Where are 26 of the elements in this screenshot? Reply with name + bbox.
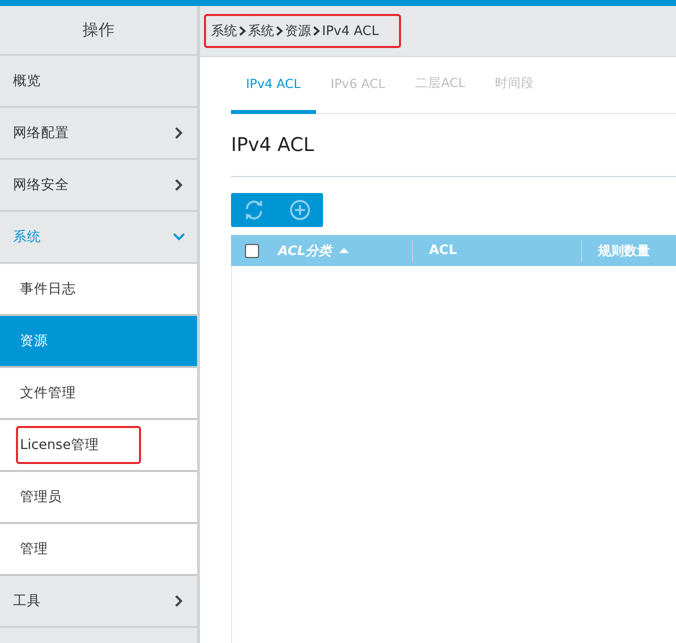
breadcrumb-item[interactable]: 系统 (248, 22, 274, 40)
add-icon (289, 199, 311, 221)
submenu-item[interactable]: 管理员 (0, 472, 197, 524)
chevron-right-icon (173, 127, 185, 139)
breadcrumb-item[interactable]: 资源 (285, 22, 311, 40)
menu-item[interactable]: 网络安全 (0, 160, 197, 212)
sidebar-title: 操作 (0, 6, 197, 56)
chevron-right-icon (276, 26, 283, 36)
chevron-right-icon (313, 26, 320, 36)
breadcrumb-item[interactable]: 系统 (211, 22, 237, 40)
chevron-down-icon (173, 231, 185, 243)
checkbox[interactable] (245, 244, 259, 258)
refresh-icon (243, 199, 265, 221)
chevron-right-icon (173, 179, 185, 191)
menu-item[interactable]: 概览 (0, 56, 197, 108)
chevron-right-icon (239, 26, 246, 36)
menu-item[interactable]: 工具 (0, 576, 197, 628)
submenu-item[interactable]: 管理 (0, 524, 197, 576)
submenu-item[interactable]: 文件管理 (0, 368, 197, 420)
submenu-item[interactable]: 事件日志 (0, 264, 197, 316)
chevron-right-icon (173, 595, 185, 607)
submenu-item[interactable]: License管理 (0, 420, 197, 472)
sort-icon (338, 246, 350, 255)
menu-item[interactable]: 网络配置 (0, 108, 197, 160)
page-title: IPv4 ACL (231, 134, 315, 158)
breadcrumb-item[interactable]: IPv4 ACL (322, 24, 379, 38)
